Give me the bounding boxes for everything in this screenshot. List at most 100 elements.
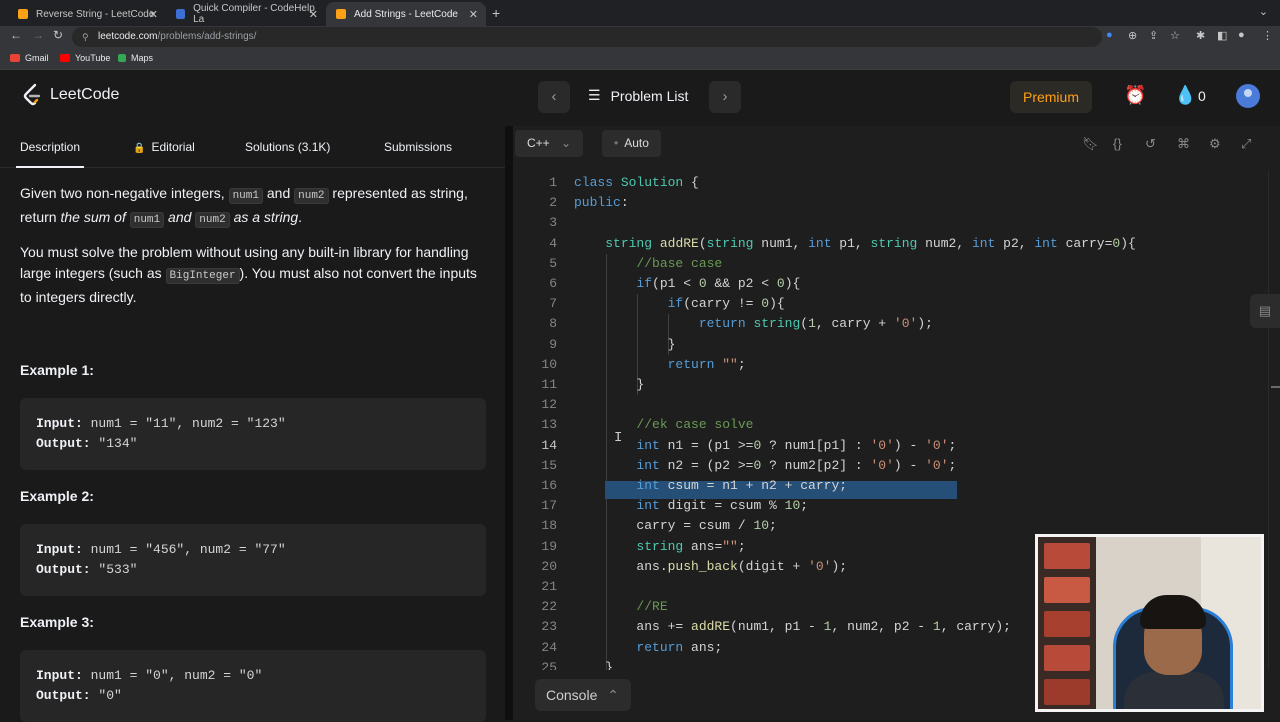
browser-tab-reverse-string[interactable]: Reverse String - LeetCode ✕ (8, 2, 166, 26)
editor-scrollbar[interactable] (1268, 170, 1280, 670)
line-number: 4 (549, 235, 557, 251)
new-tab-icon[interactable]: + (492, 5, 500, 21)
browser-tab-quick-compiler[interactable]: Quick Compiler - CodeHelp La ✕ (166, 2, 326, 26)
bookmark-youtube[interactable]: YouTube (60, 53, 110, 63)
code-line[interactable]: 4 string addRE(string num1, int p1, stri… (513, 234, 1268, 254)
logo-text: LeetCode (50, 86, 120, 103)
share-icon[interactable]: ⇪ (1149, 29, 1158, 42)
tab-editorial[interactable]: 🔒 Editorial (133, 140, 195, 154)
line-number: 23 (541, 619, 557, 635)
auto-mode-button[interactable]: • Auto (602, 130, 661, 157)
list-icon: ☰ (588, 87, 601, 103)
code-text: if(p1 < 0 && p2 < 0){ (636, 276, 801, 291)
inline-code: num2 (294, 188, 329, 204)
code-line[interactable]: 9 } (513, 335, 1268, 355)
code-line[interactable]: 3 (513, 213, 1268, 233)
mode-dot-icon: • (614, 136, 619, 150)
tab-description[interactable]: Description (15, 140, 85, 168)
bookmark-label: Maps (131, 53, 154, 63)
code-text: string ans=""; (636, 538, 746, 554)
webcam-person-body (1124, 672, 1224, 709)
code-text: carry = csum / 10; (574, 518, 777, 534)
bookmark-gmail[interactable]: Gmail (10, 53, 49, 63)
leetcode-logo[interactable]: LeetCode (22, 83, 119, 107)
line-number: 19 (541, 538, 557, 554)
bookmark-icon[interactable]: 🔖︎ (1082, 136, 1099, 152)
input-label: Input: (36, 542, 83, 557)
line-number: 10 (541, 356, 557, 372)
extensions-icon[interactable]: ✱ (1196, 29, 1205, 42)
format-braces-icon[interactable]: {} (1113, 136, 1122, 151)
tab-solutions[interactable]: Solutions (3.1K) (245, 140, 330, 154)
code-text: int digit = csum % 10; (636, 498, 809, 514)
panel-resize-handle[interactable] (505, 126, 513, 720)
google-icon[interactable]: ● (1106, 29, 1113, 41)
alarm-clock-icon[interactable]: ⏰ (1124, 85, 1146, 106)
code-line[interactable]: 7 if(carry != 0){ (513, 294, 1268, 314)
bookmark-star-icon[interactable]: ☆ (1170, 29, 1180, 42)
browser-tab-add-strings[interactable]: Add Strings - LeetCode ✕ (326, 2, 486, 26)
example-output: "533" (90, 562, 138, 577)
side-panel-icon[interactable]: ◧ (1217, 29, 1227, 42)
code-line[interactable]: 5 //base case (513, 254, 1268, 274)
reset-code-icon[interactable]: ↺ (1145, 136, 1156, 152)
reload-icon[interactable]: ↻ (53, 28, 63, 42)
bookmark-maps[interactable]: Maps (118, 53, 153, 63)
forward-arrow-icon[interactable]: → (32, 28, 44, 42)
settings-gear-icon[interactable]: ⚙ (1209, 136, 1221, 152)
code-line[interactable]: 2 public: (513, 193, 1268, 213)
close-tab-icon[interactable]: ✕ (309, 8, 318, 21)
code-text: int n2 = (p2 >=0 ? num2[p2] : '0') - '0'… (636, 457, 957, 473)
shortcuts-command-icon[interactable]: ⌘ (1177, 136, 1190, 152)
code-line[interactable]: 17 int digit = csum % 10; (513, 496, 1268, 516)
code-text: ans += addRE(num1, p1 - 1, num2, p2 - 1,… (574, 619, 1011, 635)
code-line[interactable]: 12 (513, 395, 1268, 415)
avatar[interactable] (1236, 84, 1260, 108)
code-line[interactable]: 8 return string(1, carry + '0'); (513, 314, 1268, 334)
back-arrow-icon[interactable]: ← (10, 28, 22, 42)
description-panel: Description 🔒 Editorial Solutions (3.1K) … (0, 126, 505, 722)
fullscreen-expand-icon[interactable]: ⤢ (1241, 136, 1251, 152)
close-tab-icon[interactable]: ✕ (149, 8, 158, 21)
line-number: 8 (549, 316, 557, 332)
code-line[interactable]: 13 //ek case solve (513, 415, 1268, 435)
code-text: //RE (636, 599, 668, 615)
example-box: Input: num1 = "456", num2 = "77" Output:… (20, 524, 486, 596)
statement-text: . (298, 209, 303, 225)
example-box: Input: num1 = "11", num2 = "123" Output:… (20, 398, 486, 470)
prev-problem-chevron-icon[interactable]: ‹ (538, 81, 570, 113)
menu-dots-icon[interactable]: ⋮ (1262, 29, 1273, 42)
zoom-icon[interactable]: ⊕ (1128, 29, 1137, 42)
next-problem-chevron-icon[interactable]: › (709, 81, 741, 113)
line-number: 24 (541, 639, 557, 655)
code-line[interactable]: 10 return ""; (513, 355, 1268, 375)
site-info-icon[interactable]: ⚲ (82, 27, 89, 47)
bookmark-label: Gmail (25, 53, 49, 63)
console-button[interactable]: Console ⌃ (535, 679, 631, 711)
lock-icon: 🔒 (133, 143, 146, 154)
code-line[interactable]: 1 class Solution { (513, 173, 1268, 193)
tab-submissions[interactable]: Submissions (384, 140, 452, 154)
close-tab-icon[interactable]: ✕ (469, 8, 478, 21)
chevron-up-icon: ⌃ (607, 687, 619, 703)
tab-search-chevron-icon[interactable]: ⌄ (1259, 5, 1268, 18)
problem-list-button[interactable]: ☰ Problem List (588, 87, 688, 104)
profile-icon[interactable]: ● (1238, 29, 1245, 41)
code-line[interactable]: 16 int csum = n1 + n2 + carry; (513, 476, 1268, 496)
line-number: 9 (549, 336, 557, 352)
browser-address-bar: ← → ↻ ⚲ leetcode.com/problems/add-string… (0, 26, 1280, 48)
streak-fire-icon[interactable]: 💧 (1174, 85, 1196, 106)
code-line[interactable]: 6 if(p1 < 0 && p2 < 0){ (513, 274, 1268, 294)
language-select[interactable]: C++ ⌄ (515, 130, 584, 157)
code-line[interactable]: 14 int n1 = (p1 >=0 ? num1[p1] : '0') - … (513, 436, 1268, 456)
output-label: Output: (36, 688, 91, 703)
code-line[interactable]: 11 } (513, 375, 1268, 395)
notes-file-icon[interactable]: ▤ (1250, 294, 1280, 328)
code-text: string addRE(string num1, int p1, string… (605, 235, 1136, 251)
statement-emphasis: the sum of (60, 209, 130, 225)
url-field[interactable]: ⚲ leetcode.com/problems/add-strings/ (72, 27, 1102, 47)
code-line[interactable]: 15 int n2 = (p2 >=0 ? num2[p2] : '0') - … (513, 456, 1268, 476)
premium-button[interactable]: Premium (1010, 81, 1092, 113)
input-label: Input: (36, 668, 83, 683)
language-value: C++ (527, 136, 550, 150)
